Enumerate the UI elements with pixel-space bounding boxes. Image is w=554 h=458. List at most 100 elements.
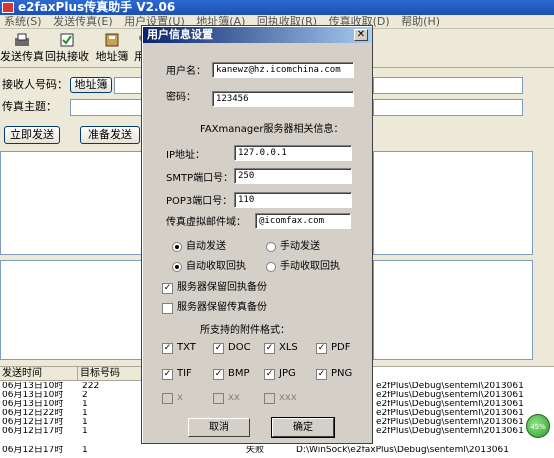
format-bmp-label: BMP: [228, 368, 250, 379]
cell-number: 222: [82, 382, 100, 391]
auto-receipt-radio[interactable]: [172, 262, 182, 272]
column-header-send-time[interactable]: 发送时间: [0, 367, 78, 381]
format-tif-checkbox[interactable]: ✓: [162, 369, 173, 380]
username-field[interactable]: kanewz@hz.icomchina.com: [212, 62, 354, 78]
manual-send-label: 手动发送: [280, 241, 320, 252]
address-book-tool-label: 地址簿: [95, 50, 129, 63]
receipt-receive-label: 回执接收: [45, 50, 89, 63]
manual-send-radio[interactable]: [266, 242, 276, 252]
keep-receipt-checkbox[interactable]: ✓: [162, 283, 173, 294]
address-book-tool-button[interactable]: 地址簿: [92, 32, 132, 66]
ok-button[interactable]: 确定: [271, 417, 335, 438]
format-png-checkbox[interactable]: ✓: [316, 369, 327, 380]
cell-number: 1: [82, 427, 88, 436]
formats-title: 所支持的附件格式：: [200, 325, 290, 336]
smtp-label: SMTP端口号：: [166, 173, 234, 184]
format-x-checkbox: [162, 393, 173, 404]
cell-time: 06月12日17时: [2, 427, 64, 436]
keep-fax-label: 服务器保留传真备份: [177, 302, 267, 313]
cell-path: e2fPlus\Debug\senteml\2013061: [376, 409, 524, 418]
format-doc-checkbox[interactable]: ✓: [213, 343, 224, 354]
cell-number: 1: [82, 409, 88, 418]
password-label: 密码：: [166, 92, 196, 103]
cell-path: e2fPlus\Debug\senteml\2013061: [376, 418, 524, 427]
cell-path: e2fPlus\Debug\senteml\2013061: [376, 400, 524, 409]
cell-path: e2fPlus\Debug\senteml\2013061: [376, 382, 524, 391]
cell-path: e2fPlus\Debug\senteml\2013061: [376, 427, 524, 436]
dialog-title-bar: 用户信息设置 ✕: [143, 27, 371, 43]
format-txt-checkbox[interactable]: ✓: [162, 343, 173, 354]
user-settings-dialog: 用户信息设置 ✕ 用户名： kanewz@hz.icomchina.com 密码…: [141, 25, 373, 444]
format-png-label: PNG: [331, 368, 353, 379]
app-icon: [2, 2, 14, 13]
menu-help[interactable]: 帮助(H): [397, 15, 444, 28]
subject-input-right[interactable]: [373, 99, 523, 116]
manual-receipt-radio[interactable]: [266, 262, 276, 272]
receipt-receive-button[interactable]: 回执接收: [45, 32, 89, 66]
address-book-icon: [105, 33, 119, 47]
format-x-label: x: [177, 392, 183, 403]
format-txt-label: TXT: [177, 342, 196, 353]
auto-receipt-label: 自动收取回执: [186, 261, 246, 272]
format-pdf-checkbox[interactable]: ✓: [316, 343, 327, 354]
progress-badge[interactable]: 45%: [526, 414, 550, 438]
attachment-area-right[interactable]: [373, 260, 533, 360]
format-doc-label: DOC: [228, 342, 251, 353]
domain-field[interactable]: @icomfax.com: [255, 213, 351, 229]
pop3-field[interactable]: 110: [234, 192, 352, 208]
send-fax-button[interactable]: 发送传真: [0, 32, 44, 66]
app-title: e2faxPlus传真助手 V2.06: [18, 0, 176, 14]
cell-path: D:\WinSock\e2faxPlus\Debug\senteml\20130…: [296, 446, 509, 455]
cell-number: 1: [82, 418, 88, 427]
cell-path: e2fPlus\Debug\senteml\2013061: [376, 391, 524, 400]
cell-time: 06月13日10时: [2, 391, 64, 400]
menu-send-fax[interactable]: 发送传真(E): [49, 15, 117, 28]
keep-fax-checkbox[interactable]: [162, 303, 173, 314]
cell-time: 06月12日17时: [2, 446, 64, 455]
format-xls-checkbox[interactable]: ✓: [264, 343, 275, 354]
cell-time: 06月12日22时: [2, 409, 64, 418]
table-row[interactable]: 06月12日17时 1 失败 D:\WinSock\e2faxPlus\Debu…: [0, 446, 554, 455]
auto-send-label: 自动发送: [186, 241, 226, 252]
attachment-area-left[interactable]: [0, 260, 144, 360]
format-pdf-label: PDF: [331, 342, 351, 353]
cell-number: 1: [82, 400, 88, 409]
dialog-title: 用户信息设置: [147, 28, 213, 41]
cell-status: 失败: [246, 446, 265, 455]
recipient-input-right[interactable]: [373, 77, 523, 94]
cancel-button[interactable]: 取消: [188, 418, 250, 437]
format-xls-label: XLS: [279, 342, 298, 353]
send-now-button[interactable]: 立即发送: [4, 126, 60, 144]
address-book-button[interactable]: 地址簿: [70, 77, 112, 93]
cell-time: 06月13日10时: [2, 382, 64, 391]
server-section-title: FAXmanager服务器相关信息：: [200, 124, 344, 135]
recipient-input[interactable]: [114, 77, 144, 94]
ip-field[interactable]: 127.0.0.1: [234, 145, 352, 161]
format-bmp-checkbox[interactable]: ✓: [213, 369, 224, 380]
fax-icon: [15, 33, 29, 46]
subject-input[interactable]: [70, 99, 144, 116]
dialog-close-button[interactable]: ✕: [354, 29, 368, 41]
app-title-bar: e2faxPlus传真助手 V2.06: [0, 0, 554, 15]
format-xxx-checkbox: [264, 393, 275, 404]
format-xxx-label: xxx: [279, 392, 297, 403]
column-header-target-number[interactable]: 目标号码: [78, 367, 144, 381]
cell-time: 06月13日10时: [2, 400, 64, 409]
fax-body-area-left[interactable]: [0, 151, 144, 255]
password-field[interactable]: 123456: [212, 91, 354, 107]
username-label: 用户名：: [166, 66, 206, 77]
receipt-icon: [60, 33, 74, 47]
ip-label: IP地址：: [166, 150, 205, 161]
auto-send-radio[interactable]: [172, 242, 182, 252]
menu-system[interactable]: 系统(S): [0, 15, 46, 28]
format-jpg-checkbox[interactable]: ✓: [264, 369, 275, 380]
send-fax-label: 发送传真: [0, 50, 44, 63]
format-xx-label: xx: [228, 392, 240, 403]
format-jpg-label: JPG: [279, 368, 296, 379]
close-icon: ✕: [356, 29, 366, 40]
format-xx-checkbox: [213, 393, 224, 404]
smtp-field[interactable]: 250: [234, 168, 352, 184]
cell-number: 2: [82, 391, 88, 400]
fax-body-area-right[interactable]: [373, 151, 533, 255]
prepare-send-button[interactable]: 准备发送: [80, 126, 140, 144]
